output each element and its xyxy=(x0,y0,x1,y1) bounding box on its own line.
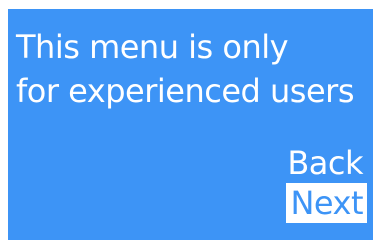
message-line-1: This menu is only xyxy=(16,28,289,66)
warning-message: This menu is only for experienced users xyxy=(16,25,354,113)
next-button[interactable]: Next xyxy=(286,183,367,223)
back-button[interactable]: Back xyxy=(283,143,367,183)
device-screen: This menu is only for experienced users … xyxy=(8,9,373,240)
navigation-menu: Back Next xyxy=(283,143,367,223)
message-line-2: for experienced users xyxy=(16,72,354,110)
